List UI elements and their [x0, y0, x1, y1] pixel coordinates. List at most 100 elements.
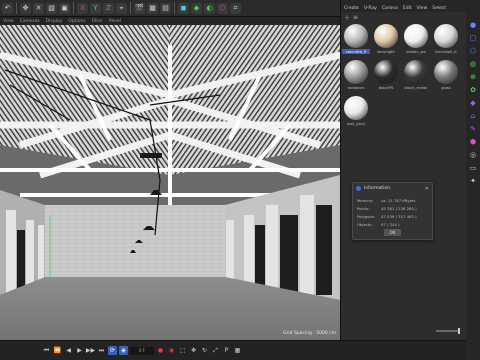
- 3d-viewport[interactable]: Grid Spacing : 5000 cm: [0, 25, 340, 340]
- material-swatch[interactable]: plastic_wo: [402, 24, 430, 58]
- previous-frame-button[interactable]: ◀: [64, 346, 73, 355]
- move-tool-icon[interactable]: ✥: [20, 2, 31, 14]
- cylinder-icon[interactable]: ◍: [469, 59, 478, 68]
- ok-button[interactable]: OK: [384, 229, 401, 236]
- floor-icon[interactable]: ⌗: [230, 2, 241, 14]
- camera-icon[interactable]: ▭: [469, 163, 478, 172]
- info-key: Memory:: [357, 197, 374, 203]
- material-swatch[interactable]: wall_pas2: [342, 96, 370, 130]
- warehouse-scene: [0, 25, 340, 340]
- keyframe-mode-button[interactable]: ◈: [119, 346, 128, 355]
- menu-select[interactable]: Select: [432, 6, 446, 11]
- tag-icon[interactable]: ◆: [469, 98, 478, 107]
- sphere-icon[interactable]: ●: [469, 20, 478, 29]
- info-row-memory: Memory: ca. 21 747 KBytes: [357, 196, 428, 204]
- info-key: Points:: [357, 205, 370, 211]
- instance-icon[interactable]: ⊕: [469, 72, 478, 81]
- toolbar-separator: [73, 2, 74, 14]
- viewport-menu-view[interactable]: View: [3, 19, 14, 24]
- undo-icon[interactable]: ↶: [2, 2, 13, 14]
- globe-icon[interactable]: ◎: [469, 150, 478, 159]
- record-button[interactable]: ●: [156, 346, 165, 355]
- material-swatch[interactable]: radiators: [342, 60, 370, 94]
- cube-object-icon[interactable]: ◼: [178, 2, 189, 14]
- preview-size-slider[interactable]: [436, 328, 460, 334]
- grid-key-icon[interactable]: ▦: [233, 346, 242, 355]
- material-label: concrete_fl: [342, 49, 370, 54]
- material-swatch[interactable]: brickwall_b: [432, 24, 460, 58]
- deformer-icon[interactable]: ⬡: [217, 2, 228, 14]
- pen-icon[interactable]: ✎: [469, 124, 478, 133]
- grid-spacing-label: Grid Spacing : 5000 cm: [283, 331, 336, 336]
- material-swatch[interactable]: lampligth: [372, 24, 400, 58]
- loop-button[interactable]: ⟳: [108, 346, 117, 355]
- material-manager: Create V-Ray Corona Edit View Select ＋ ≡…: [340, 0, 466, 340]
- material-preview-sphere: [344, 24, 368, 48]
- go-to-end-button[interactable]: ⏭: [97, 346, 106, 355]
- viewport-menu-filter[interactable]: Filter: [92, 19, 103, 24]
- keyframe-selection-icon[interactable]: ⬚: [178, 346, 187, 355]
- position-key-icon[interactable]: ✥: [189, 346, 198, 355]
- square-icon[interactable]: ▢: [469, 33, 478, 42]
- viewport-menu-display[interactable]: Display: [46, 19, 63, 24]
- information-dialog: Information ✕ Memory: ca. 21 747 KBytes …: [352, 182, 433, 240]
- material-label: glass: [441, 85, 451, 90]
- timeline-bar: ⏮ ⏪ ◀ ▶ ▶▶ ⏭ ⟳ ◈ 0 F ● ◉ ⬚ ✥ ↻ ⤢ P ▦: [0, 340, 466, 360]
- material-preview-sphere: [434, 24, 458, 48]
- menu-create[interactable]: Create: [344, 6, 359, 11]
- close-icon[interactable]: ✕: [425, 186, 429, 192]
- autokey-button[interactable]: ◉: [167, 346, 176, 355]
- select-tool-icon[interactable]: ▧: [46, 2, 57, 14]
- info-key: Objects:: [357, 221, 373, 227]
- x-axis-lock-button[interactable]: X: [77, 2, 88, 14]
- render-settings-icon[interactable]: ▤: [160, 2, 171, 14]
- z-axis-lock-button[interactable]: Z: [103, 2, 114, 14]
- material-swatch[interactable]: glass: [432, 60, 460, 94]
- menu-edit[interactable]: Edit: [403, 6, 412, 11]
- close-tool-icon[interactable]: ✕: [33, 2, 44, 14]
- param-key-icon[interactable]: P: [222, 346, 231, 355]
- rotation-key-icon[interactable]: ↻: [200, 346, 209, 355]
- light-icon[interactable]: ✦: [469, 176, 478, 185]
- material-swatch[interactable]: concrete_fl: [342, 24, 370, 58]
- material-label: blackPS: [378, 85, 394, 90]
- box-select-icon[interactable]: ▣: [59, 2, 70, 14]
- current-frame-field[interactable]: 0 F: [130, 346, 154, 355]
- material-swatch[interactable]: blackPS: [372, 60, 400, 94]
- cloner-icon[interactable]: ✿: [469, 85, 478, 94]
- viewport-menu-cameras[interactable]: Cameras: [20, 19, 40, 24]
- info-key: Polygons:: [357, 213, 376, 219]
- menu-vray[interactable]: V-Ray: [364, 6, 377, 11]
- material-swatch[interactable]: black_metal: [402, 60, 430, 94]
- label-icon[interactable]: ⌂: [469, 111, 478, 120]
- dialog-body: Memory: ca. 21 747 KBytes Points: 45 361…: [353, 194, 432, 230]
- material-preview-sphere: [434, 60, 458, 84]
- polygon-icon[interactable]: ⬠: [469, 46, 478, 55]
- viewport-menu-options[interactable]: Options: [68, 19, 85, 24]
- material-label: plastic_wo: [406, 49, 426, 54]
- add-material-icon[interactable]: ＋: [344, 13, 350, 22]
- info-value: 45 361 ( 236 280 ): [381, 205, 417, 211]
- y-axis-lock-button[interactable]: Y: [90, 2, 101, 14]
- viewport-menu: View Cameras Display Options Filter Pane…: [0, 17, 340, 25]
- render-picture-viewer-icon[interactable]: ▦: [147, 2, 158, 14]
- menu-corona[interactable]: Corona: [382, 6, 398, 11]
- cinema4d-window: ↶ ✥ ✕ ▧ ▣ X Y Z ⌖ 🎬 ▦ ▤ ◼ ◆ ◐ ⬡ ⌗ View C…: [0, 0, 480, 360]
- scale-key-icon[interactable]: ⤢: [211, 346, 220, 355]
- filter-icon[interactable]: ≡: [353, 14, 358, 21]
- next-key-button[interactable]: ▶▶: [86, 346, 95, 355]
- material-label: brickwall_b: [435, 49, 457, 54]
- menu-view[interactable]: View: [417, 6, 428, 11]
- viewport-menu-panel[interactable]: Panel: [109, 19, 121, 24]
- generator-icon[interactable]: ◐: [204, 2, 215, 14]
- play-button[interactable]: ▶: [75, 346, 84, 355]
- cube-icon[interactable]: ⬢: [469, 137, 478, 146]
- toolbar-separator: [130, 2, 131, 14]
- right-icon-strip: ● ▢ ⬠ ◍ ⊕ ✿ ◆ ⌂ ✎ ⬢ ◎ ▭ ✦: [466, 0, 480, 360]
- render-view-icon[interactable]: 🎬: [134, 2, 145, 14]
- coordinate-system-icon[interactable]: ⌖: [116, 2, 127, 14]
- previous-key-button[interactable]: ⏪: [53, 346, 62, 355]
- go-to-start-button[interactable]: ⏮: [42, 346, 51, 355]
- info-row-points: Points: 45 361 ( 236 280 ): [357, 204, 428, 212]
- spline-icon[interactable]: ◆: [191, 2, 202, 14]
